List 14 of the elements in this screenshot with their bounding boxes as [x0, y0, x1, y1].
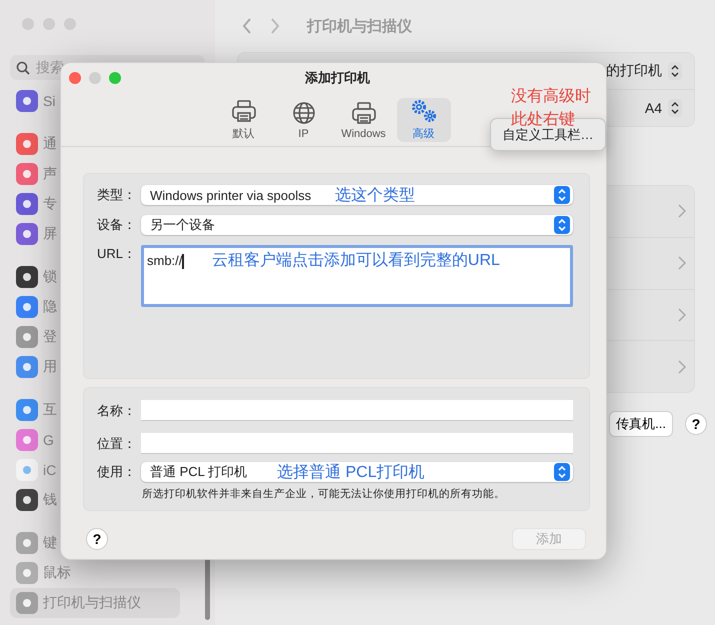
field-label: URL： — [96, 245, 136, 263]
annotation-note: 云租客户端点击添加可以看到完整的URL — [212, 252, 500, 269]
field-label: 名称： — [96, 402, 136, 420]
annotation-note: 选择普通 PCL打印机 — [277, 462, 425, 482]
driver-note: 所选打印机软件并非来自生产企业，可能无法让你使用打印机的所有功能。 — [141, 487, 506, 501]
annotation-note: 没有高级时 — [511, 86, 591, 107]
annotation-note: 选这个类型 — [335, 186, 416, 206]
annotation-note: 此处右键 — [511, 110, 576, 128]
window-title: 打印机与扫描仪 — [307, 16, 412, 36]
field-label: 类型： — [96, 186, 136, 204]
field-label: 位置： — [96, 434, 136, 452]
dialog-title: 添加打印机 — [305, 69, 370, 87]
field-label: 使用： — [96, 463, 136, 481]
field-label: 设备： — [96, 216, 136, 234]
